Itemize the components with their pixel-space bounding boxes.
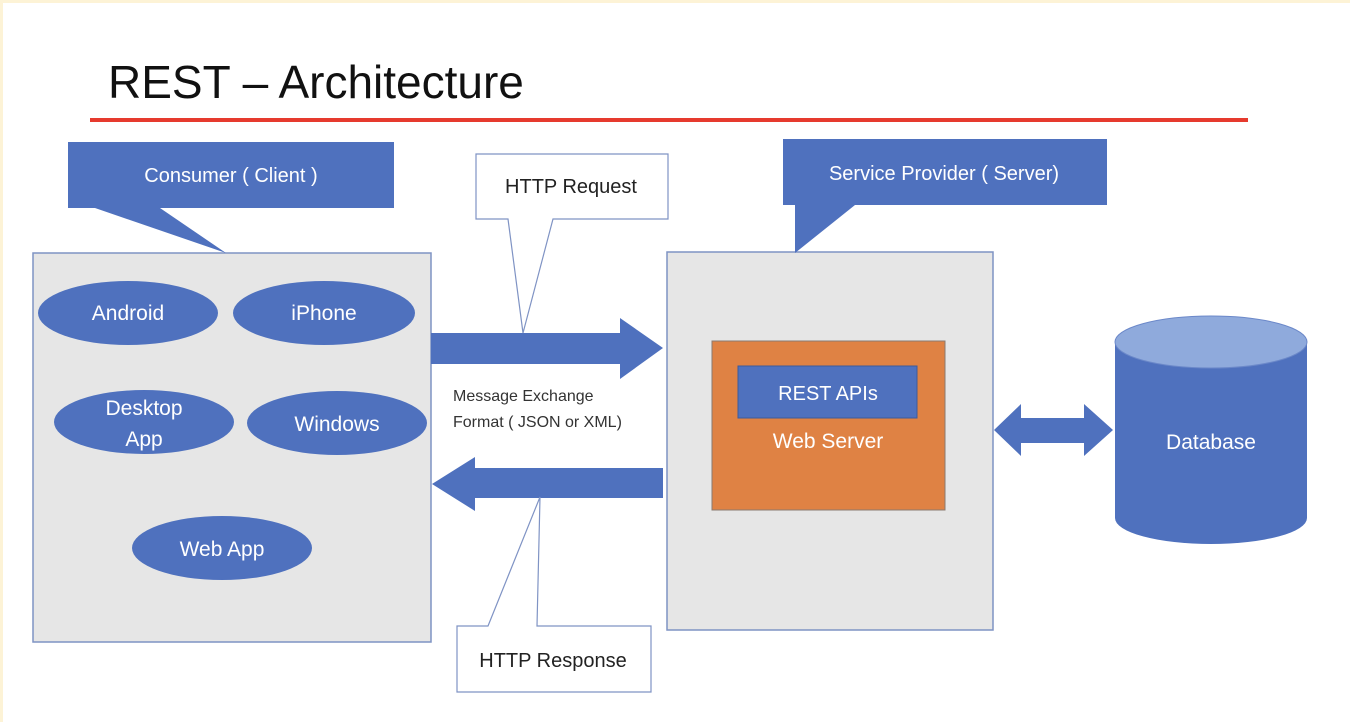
title-underline: [90, 118, 1248, 122]
http-request-callout: HTTP Request: [475, 153, 669, 334]
http-request-label: HTTP Request: [505, 176, 637, 198]
server-callout: Service Provider ( Server): [783, 139, 1107, 253]
slide-title: REST – Architecture: [108, 56, 524, 108]
client-callout: Consumer ( Client ): [68, 142, 394, 253]
database-icon: [1114, 315, 1308, 544]
http-response-label: HTTP Response: [479, 650, 626, 672]
server-callout-label: Service Provider ( Server): [829, 163, 1059, 185]
app-web-app: Web App: [132, 516, 312, 580]
message-format-line2: Format ( JSON or XML): [453, 414, 622, 431]
request-arrow-icon: [431, 318, 663, 379]
message-format-line1: Message Exchange: [453, 388, 594, 405]
rest-architecture-diagram: REST – Architecture Consumer ( Client ) …: [32, 56, 1308, 693]
web-server-label: Web Server: [773, 430, 884, 453]
app-desktop: Desktop App: [54, 390, 234, 454]
response-arrow-icon: [432, 457, 663, 511]
client-callout-label: Consumer ( Client ): [144, 165, 317, 187]
app-iphone: iPhone: [233, 281, 415, 345]
app-android-label: Android: [92, 302, 164, 325]
bidirectional-arrow-icon: [994, 404, 1113, 456]
app-desktop-label-line2: App: [125, 428, 162, 451]
app-desktop-label-line1: Desktop: [105, 397, 182, 420]
app-web-app-label: Web App: [180, 538, 265, 561]
database-label: Database: [1166, 431, 1256, 454]
app-windows: Windows: [247, 391, 427, 455]
http-response-callout: HTTP Response: [456, 496, 652, 693]
rest-apis-label: REST APIs: [778, 383, 878, 405]
app-windows-label: Windows: [294, 413, 379, 436]
app-android: Android: [38, 281, 218, 345]
app-iphone-label: iPhone: [291, 302, 356, 325]
